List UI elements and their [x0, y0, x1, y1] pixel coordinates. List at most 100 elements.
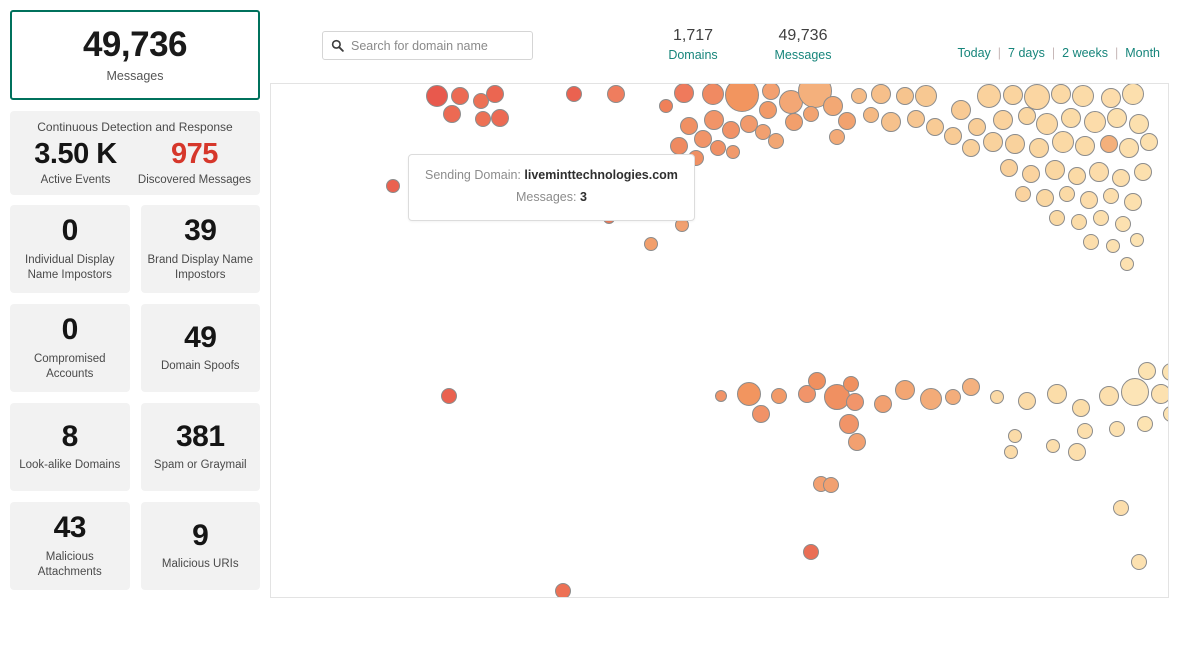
domain-bubble[interactable]	[1101, 88, 1121, 108]
domain-bubble[interactable]	[838, 112, 856, 130]
domain-bubble[interactable]	[983, 132, 1003, 152]
domain-bubble[interactable]	[607, 85, 625, 103]
threat-tile[interactable]: 381 Spam or Graymail	[140, 402, 260, 491]
domain-bubble[interactable]	[644, 237, 658, 251]
domain-bubble[interactable]	[670, 137, 688, 155]
threat-tile[interactable]: 39 Brand Display Name Impostors	[140, 204, 260, 293]
cdr-active-events[interactable]: 3.50 K Active Events	[16, 138, 135, 186]
domain-bubble[interactable]	[768, 133, 784, 149]
domain-bubble[interactable]	[725, 84, 759, 112]
domain-bubble[interactable]	[1115, 216, 1131, 232]
domain-bubble[interactable]	[1119, 138, 1139, 158]
domain-bubble[interactable]	[1162, 363, 1168, 381]
continuous-detection-card[interactable]: Continuous Detection and Response 3.50 K…	[10, 111, 260, 195]
threat-tile[interactable]: 43 Malicious Attachments	[10, 501, 130, 590]
domain-bubble[interactable]	[710, 140, 726, 156]
domain-bubble[interactable]	[1122, 84, 1144, 105]
domain-bubble[interactable]	[1036, 189, 1054, 207]
domain-bubble[interactable]	[1061, 108, 1081, 128]
domain-bubble[interactable]	[1151, 384, 1168, 404]
domain-bubble[interactable]	[722, 121, 740, 139]
domain-bubble[interactable]	[1107, 108, 1127, 128]
domain-bubble[interactable]	[896, 87, 914, 105]
threat-tile[interactable]: 0 Individual Display Name Impostors	[10, 204, 130, 293]
threat-tile[interactable]: 9 Malicious URIs	[140, 501, 260, 590]
domain-bubble[interactable]	[1022, 165, 1040, 183]
domain-bubble[interactable]	[863, 107, 879, 123]
domain-bubble[interactable]	[920, 388, 942, 410]
range-link-2-weeks[interactable]: 2 weeks	[1062, 46, 1108, 60]
domain-bubble[interactable]	[1134, 163, 1152, 181]
domain-bubble[interactable]	[990, 390, 1004, 404]
domain-bubble[interactable]	[771, 388, 787, 404]
domain-bubble[interactable]	[871, 84, 891, 104]
domain-bubble[interactable]	[1112, 169, 1130, 187]
domain-bubble[interactable]	[1029, 138, 1049, 158]
domain-bubble[interactable]	[1099, 386, 1119, 406]
domain-bubble[interactable]	[1093, 210, 1109, 226]
domain-bubble[interactable]	[1052, 131, 1074, 153]
domain-bubble[interactable]	[915, 85, 937, 107]
domain-bubble[interactable]	[441, 388, 457, 404]
threat-tile[interactable]: 8 Look-alike Domains	[10, 402, 130, 491]
range-link-month[interactable]: Month	[1125, 46, 1160, 60]
messages-hero-card[interactable]: 49,736 Messages	[10, 10, 260, 100]
cdr-discovered-messages[interactable]: 975 Discovered Messages	[135, 138, 254, 186]
domain-bubble[interactable]	[907, 110, 925, 128]
domain-bubble[interactable]	[803, 544, 819, 560]
domain-bubble[interactable]	[1005, 134, 1025, 154]
domain-bubble[interactable]	[944, 127, 962, 145]
domain-bubble[interactable]	[451, 87, 469, 105]
domain-bubble[interactable]	[1046, 439, 1060, 453]
domain-bubble[interactable]	[704, 110, 724, 130]
search-input[interactable]	[351, 38, 524, 53]
domain-bubble-chart-panel[interactable]: Sending Domain: liveminttechnologies.com…	[270, 83, 1169, 598]
domain-bubble[interactable]	[659, 99, 673, 113]
domain-bubble[interactable]	[843, 376, 859, 392]
domain-bubble[interactable]	[1072, 399, 1090, 417]
domain-bubble[interactable]	[386, 179, 400, 193]
domain-bubble[interactable]	[475, 111, 491, 127]
domain-bubble[interactable]	[803, 106, 819, 122]
domain-bubble[interactable]	[951, 100, 971, 120]
domain-bubble[interactable]	[1047, 384, 1067, 404]
domain-bubble[interactable]	[1075, 136, 1095, 156]
domain-bubble[interactable]	[1051, 84, 1071, 104]
domain-bubble[interactable]	[1072, 85, 1094, 107]
domain-bubble[interactable]	[1103, 188, 1119, 204]
domain-bubble[interactable]	[566, 86, 582, 102]
domain-bubble[interactable]	[993, 110, 1013, 130]
domain-bubble[interactable]	[962, 378, 980, 396]
domain-bubble[interactable]	[926, 118, 944, 136]
domain-bubble[interactable]	[895, 380, 915, 400]
domain-bubble[interactable]	[1109, 421, 1125, 437]
domain-bubble[interactable]	[881, 112, 901, 132]
domain-bubble[interactable]	[1018, 107, 1036, 125]
domain-bubble[interactable]	[752, 405, 770, 423]
domain-bubble[interactable]	[1120, 257, 1134, 271]
domain-bubble[interactable]	[968, 118, 986, 136]
domain-bubble[interactable]	[1008, 429, 1022, 443]
domain-bubble[interactable]	[1071, 214, 1087, 230]
domain-bubble[interactable]	[555, 583, 571, 597]
domain-bubble[interactable]	[785, 113, 803, 131]
domain-bubble[interactable]	[1124, 193, 1142, 211]
domain-bubble[interactable]	[808, 372, 826, 390]
domain-bubble[interactable]	[839, 414, 859, 434]
domain-bubble[interactable]	[1089, 162, 1109, 182]
domain-bubble[interactable]	[1100, 135, 1118, 153]
domain-bubble[interactable]	[1106, 239, 1120, 253]
domain-bubble[interactable]	[1080, 191, 1098, 209]
domain-bubble[interactable]	[1137, 416, 1153, 432]
domain-bubble[interactable]	[945, 389, 961, 405]
domain-bubble[interactable]	[1004, 445, 1018, 459]
domain-bubble[interactable]	[674, 84, 694, 103]
range-link-today[interactable]: Today	[957, 46, 990, 60]
domain-bubble[interactable]	[1084, 111, 1106, 133]
threat-tile[interactable]: 49 Domain Spoofs	[140, 303, 260, 392]
domain-bubble[interactable]	[848, 433, 866, 451]
domain-bubble[interactable]	[1000, 159, 1018, 177]
domain-bubble[interactable]	[1036, 113, 1058, 135]
threat-tile[interactable]: 0 Compromised Accounts	[10, 303, 130, 392]
domain-bubble[interactable]	[491, 109, 509, 127]
